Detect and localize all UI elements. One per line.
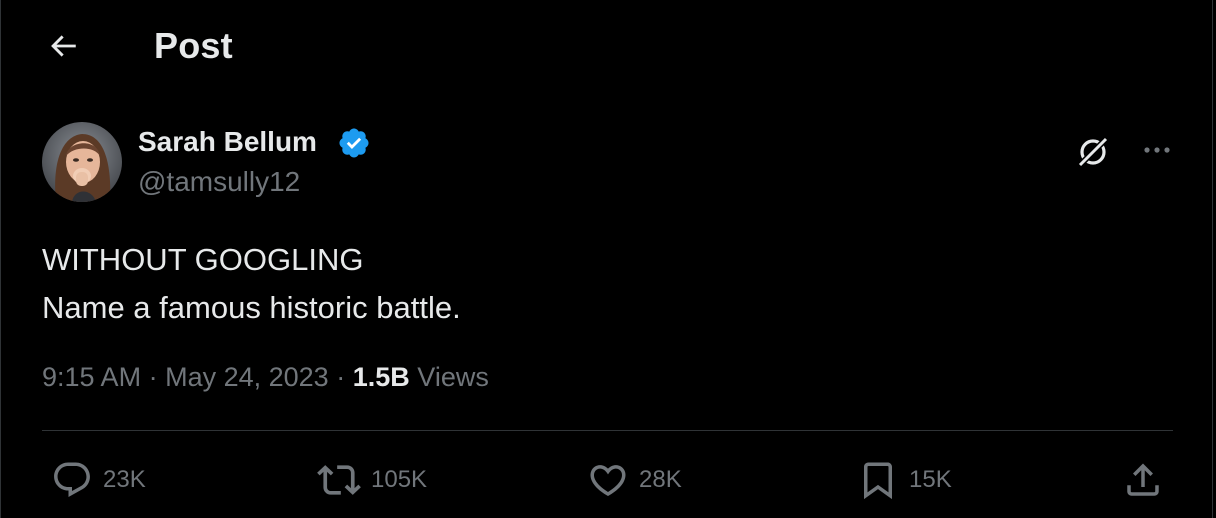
views-label: Views: [417, 362, 489, 392]
page-title: Post: [154, 25, 233, 66]
grok-icon: [1077, 136, 1109, 168]
reply-count: 23K: [103, 466, 146, 493]
avatar[interactable]: [42, 122, 122, 202]
bookmark-button[interactable]: 15K: [857, 456, 952, 504]
more-horizontal-icon: [1144, 147, 1170, 153]
tweet-line: Name a famous historic battle.: [42, 290, 461, 325]
tweet-time[interactable]: 9:15 AM: [42, 362, 141, 392]
like-count: 28K: [639, 466, 682, 493]
grok-button[interactable]: [1071, 130, 1115, 174]
meta-separator: ·: [336, 362, 346, 392]
like-button[interactable]: 28K: [587, 456, 682, 504]
meta-separator: ·: [148, 362, 158, 392]
retweet-icon: [317, 465, 361, 495]
avatar-image: [42, 122, 122, 202]
post-detail-panel: Post Sarah Bellum @tamsully12 WITHOUT GO…: [0, 0, 1213, 518]
views-count[interactable]: 1.5B: [353, 362, 410, 392]
retweet-count: 105K: [371, 466, 428, 493]
divider: [42, 430, 1173, 431]
share-icon: [1127, 463, 1159, 496]
bookmark-count: 15K: [909, 466, 952, 493]
back-button[interactable]: [39, 26, 87, 66]
tweet-meta: 9:15 AM · May 24, 2023 · 1.5B Views: [42, 362, 489, 393]
post-header: Post: [1, 0, 1214, 92]
share-button[interactable]: [1122, 456, 1164, 504]
more-options-button[interactable]: [1135, 130, 1179, 170]
retweet-button[interactable]: 105K: [317, 456, 427, 504]
bookmark-icon: [864, 462, 892, 500]
author-handle[interactable]: @tamsully12: [138, 166, 300, 198]
arrow-left-icon: [51, 35, 76, 57]
author-name[interactable]: Sarah Bellum: [138, 126, 317, 158]
tweet-date[interactable]: May 24, 2023: [165, 362, 329, 392]
heart-icon: [590, 465, 626, 497]
reply-icon: [54, 462, 90, 497]
tweet-text: WITHOUT GOOGLING Name a famous historic …: [42, 236, 461, 332]
tweet-line: WITHOUT GOOGLING: [42, 242, 364, 277]
reply-button[interactable]: 23K: [51, 456, 146, 504]
verified-badge-icon: [337, 126, 371, 160]
